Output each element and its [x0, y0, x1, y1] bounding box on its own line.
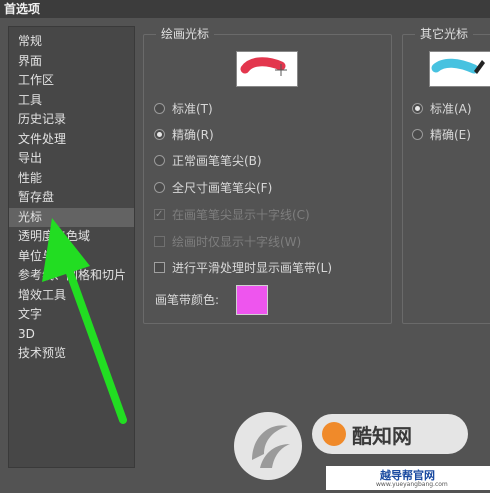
sidebar-item[interactable]: 单位与标尺	[9, 247, 134, 266]
other-standard-radio[interactable]: 标准(A)	[412, 100, 472, 118]
checkbox-icon	[154, 236, 165, 247]
radio-icon	[412, 129, 423, 140]
watermark: 酷知网 越导帮官网 www.yueyangbang.com	[230, 396, 490, 490]
radio-icon	[154, 103, 165, 114]
sidebar-item[interactable]: 光标	[9, 207, 134, 227]
preferences-sidebar: 常规 界面 工作区 工具 历史记录 文件处理 导出 性能 暂存盘 光标 透明度与色域 单位与标尺 参考线…	[8, 26, 135, 468]
sidebar-item[interactable]: 文件处理	[9, 130, 134, 149]
radio-icon	[154, 129, 165, 140]
sidebar-item[interactable]: 常规	[9, 32, 134, 51]
checkbox-icon	[154, 206, 165, 224]
sidebar-item[interactable]: 历史记录	[9, 110, 134, 129]
radio-label: 标准(T)	[172, 102, 213, 116]
checkbox-label: 在画笔笔尖显示十字线(C)	[172, 208, 310, 222]
painting-full-size-tip-radio[interactable]: 全尺寸画笔笔尖(F)	[154, 179, 272, 197]
sidebar-item[interactable]: 导出	[9, 149, 134, 168]
sidebar-item[interactable]: 界面	[9, 52, 134, 71]
sidebar-item[interactable]: 透明度与色域	[9, 227, 134, 246]
painting-precise-radio[interactable]: 精确(R)	[154, 126, 214, 144]
painting-cursors-title: 绘画光标	[156, 26, 215, 42]
watermark-brand: 酷知网	[352, 424, 412, 448]
radio-label: 精确(R)	[172, 128, 214, 142]
sidebar-item[interactable]: 3D	[9, 325, 134, 344]
checkbox-icon	[154, 262, 165, 273]
painting-normal-tip-radio[interactable]: 正常画笔笔尖(B)	[154, 152, 262, 170]
sidebar-item[interactable]: 暂存盘	[9, 188, 134, 207]
painting-standard-radio[interactable]: 标准(T)	[154, 100, 213, 118]
checkbox-label: 绘画时仅显示十字线(W)	[172, 235, 302, 249]
sidebar-item[interactable]: 工作区	[9, 71, 134, 90]
painting-cursor-preview	[236, 51, 298, 87]
radio-icon	[154, 182, 165, 193]
other-cursors-title: 其它光标	[415, 26, 474, 42]
radio-label: 精确(E)	[430, 128, 471, 142]
sidebar-item[interactable]: 技术预览	[9, 344, 134, 363]
radio-icon	[412, 103, 423, 114]
show-brush-strip-checkbox[interactable]: 进行平滑处理时显示画笔带(L)	[154, 259, 332, 277]
sidebar-item[interactable]: 工具	[9, 91, 134, 110]
other-cursor-preview	[429, 51, 490, 87]
watermark-url: www.yueyangbang.com	[376, 481, 448, 488]
window-title: 首选项	[0, 0, 490, 18]
radio-label: 标准(A)	[430, 102, 472, 116]
checkbox-label: 进行平滑处理时显示画笔带(L)	[172, 261, 333, 275]
show-crosshair-checkbox[interactable]: 在画笔笔尖显示十字线(C)	[154, 206, 310, 224]
other-precise-radio[interactable]: 精确(E)	[412, 126, 471, 144]
radio-label: 全尺寸画笔笔尖(F)	[172, 181, 273, 195]
brush-strip-color-swatch[interactable]	[236, 285, 268, 315]
painting-cursor-preview-icon	[240, 57, 287, 76]
brush-strip-color-label: 画笔带颜色:	[155, 293, 220, 307]
sidebar-item[interactable]: 文字	[9, 305, 134, 324]
sidebar-item[interactable]: 性能	[9, 169, 134, 188]
sidebar-item[interactable]: 参考线、网格和切片	[9, 266, 134, 285]
radio-icon	[154, 155, 165, 166]
crosshair-while-painting-checkbox[interactable]: 绘画时仅显示十字线(W)	[154, 233, 301, 251]
other-cursor-preview-icon	[431, 58, 485, 74]
sidebar-item[interactable]: 增效工具	[9, 286, 134, 305]
radio-label: 正常画笔笔尖(B)	[172, 154, 262, 168]
